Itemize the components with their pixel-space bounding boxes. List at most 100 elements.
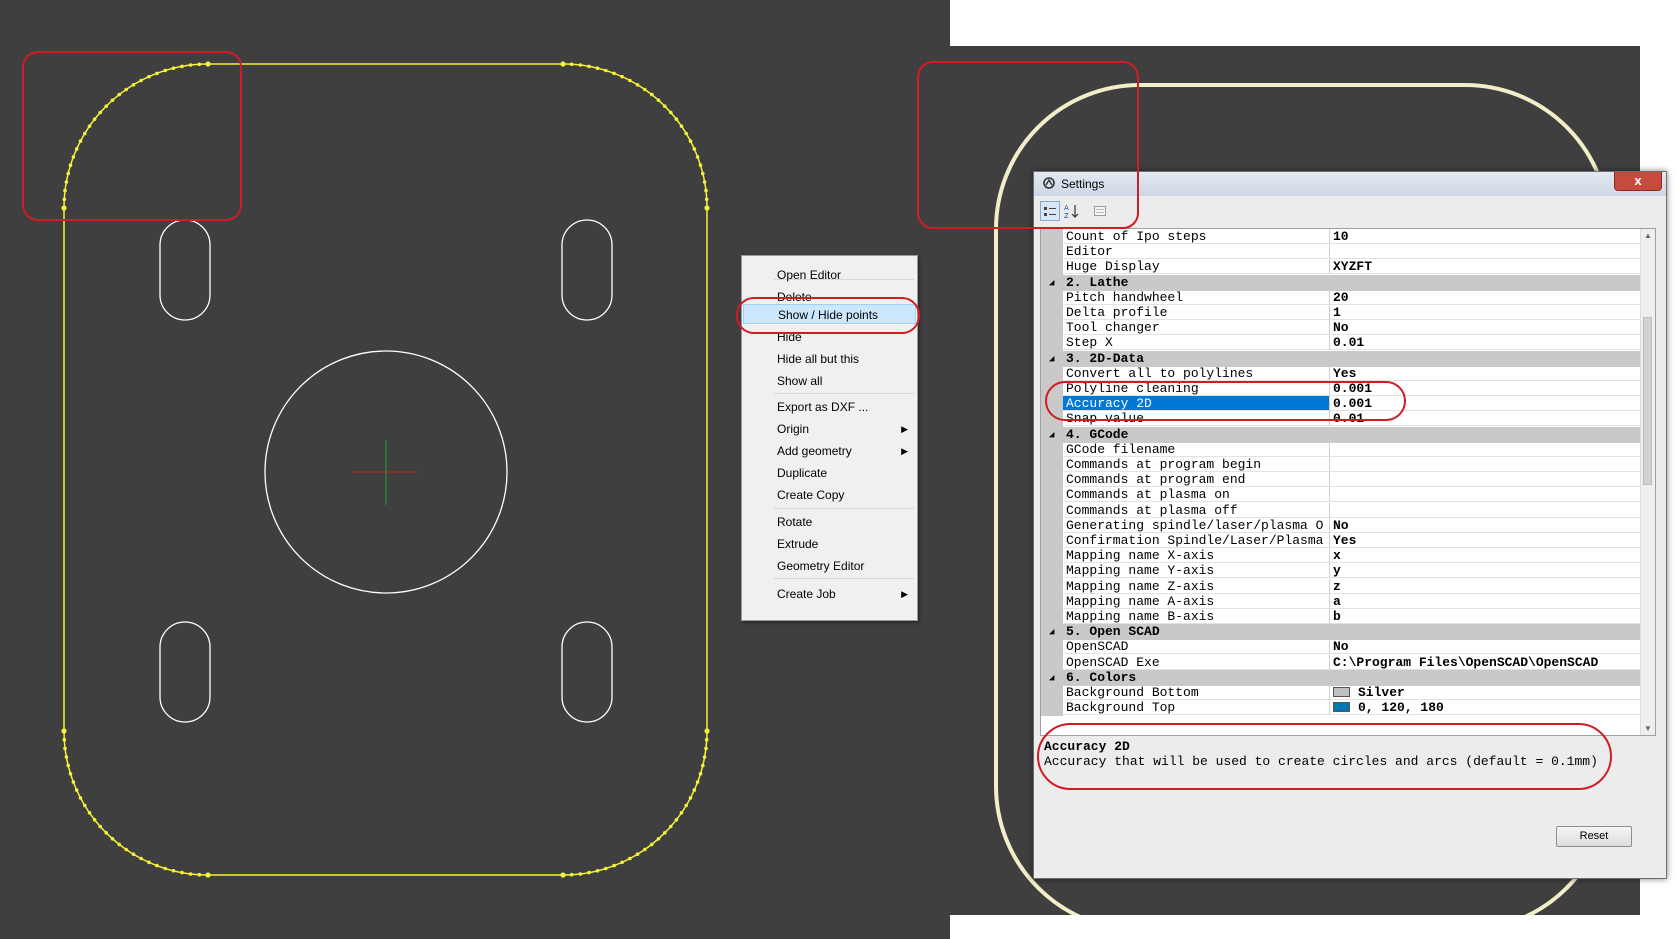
property-row[interactable]: OpenSCAD No xyxy=(1041,639,1655,656)
property-grid[interactable]: Count of Ipo steps 10 Editor Huge Display XY… xyxy=(1040,228,1656,736)
menu-item-create-job[interactable]: Create Job ▶ xyxy=(743,584,916,604)
property-value[interactable] xyxy=(1330,457,1641,472)
property-value[interactable]: C:\Program Files\OpenSCAD\OpenSCAD xyxy=(1330,655,1641,670)
property-name[interactable]: Commands at program end xyxy=(1063,472,1330,488)
property-name[interactable]: Delta profile xyxy=(1063,305,1330,320)
property-row[interactable]: Mapping name Z-axis z xyxy=(1041,578,1655,595)
property-row[interactable]: Mapping name Y-axis y xyxy=(1041,563,1655,580)
property-row[interactable]: Editor xyxy=(1041,244,1655,261)
property-name[interactable]: Step X xyxy=(1063,335,1330,351)
collapse-triangle-icon[interactable]: ◢ xyxy=(1049,670,1054,686)
menu-item-export-as-dxf[interactable]: Export as DXF ... xyxy=(743,397,916,417)
menu-item-create-copy[interactable]: Create Copy xyxy=(743,485,916,505)
property-name[interactable]: Confirmation Spindle/Laser/Plasma xyxy=(1063,533,1330,548)
menu-item-open-editor[interactable]: Open Editor xyxy=(743,265,916,285)
property-name[interactable]: Mapping name Y-axis xyxy=(1063,563,1330,579)
property-name[interactable]: Mapping name A-axis xyxy=(1063,593,1330,609)
property-name[interactable]: Commands at plasma on xyxy=(1063,487,1330,503)
property-value[interactable]: No xyxy=(1330,320,1641,336)
property-name[interactable]: Commands at program begin xyxy=(1063,457,1330,472)
property-value[interactable] xyxy=(1330,442,1641,457)
property-value[interactable] xyxy=(1330,472,1641,488)
property-name[interactable]: Tool changer xyxy=(1063,320,1330,336)
property-value[interactable]: z xyxy=(1330,579,1641,594)
scroll-thumb[interactable] xyxy=(1643,317,1652,485)
property-value[interactable]: 0, 120, 180 xyxy=(1330,700,1641,716)
property-row[interactable]: Delta profile 1 xyxy=(1041,305,1655,321)
collapse-triangle-icon[interactable]: ◢ xyxy=(1049,624,1054,640)
property-value[interactable] xyxy=(1330,503,1641,518)
property-row[interactable]: Commands at plasma on xyxy=(1041,487,1655,504)
property-category[interactable]: ◢ 3. 2D-Data xyxy=(1041,350,1655,367)
property-row[interactable]: Background Top 0, 120, 180 xyxy=(1041,700,1655,717)
property-category[interactable]: ◢ 2. Lathe xyxy=(1041,274,1655,291)
property-value[interactable]: Yes xyxy=(1330,533,1641,548)
menu-item-origin[interactable]: Origin ▶ xyxy=(743,419,916,439)
property-name[interactable]: Count of Ipo steps xyxy=(1063,229,1330,244)
property-row[interactable]: Confirmation Spindle/Laser/Plasma Yes xyxy=(1041,533,1655,549)
property-row[interactable]: Huge Display XYZFT xyxy=(1041,259,1655,276)
property-row[interactable]: Step X 0.01 xyxy=(1041,335,1655,352)
property-value[interactable]: 1 xyxy=(1330,305,1641,320)
property-value[interactable]: No xyxy=(1330,518,1641,533)
menu-item-hide-all-but-this[interactable]: Hide all but this xyxy=(743,349,916,369)
property-value[interactable]: a xyxy=(1330,594,1641,609)
property-name[interactable]: OpenSCAD Exe xyxy=(1063,654,1330,670)
property-value[interactable]: b xyxy=(1330,609,1641,624)
property-row[interactable]: Pitch handwheel 20 xyxy=(1041,289,1655,306)
property-value[interactable]: x xyxy=(1330,548,1641,564)
property-category[interactable]: ◢ 5. Open SCAD xyxy=(1041,624,1655,641)
scroll-down-icon[interactable]: ▼ xyxy=(1641,724,1655,733)
property-row[interactable]: Generating spindle/laser/plasma O No xyxy=(1041,517,1655,534)
property-row[interactable]: Commands at program begin xyxy=(1041,457,1655,473)
property-value[interactable]: 10 xyxy=(1330,229,1641,244)
property-name[interactable]: Mapping name X-axis xyxy=(1063,548,1330,564)
collapse-triangle-icon[interactable]: ◢ xyxy=(1049,275,1054,291)
property-name[interactable]: Mapping name B-axis xyxy=(1063,609,1330,624)
scroll-up-icon[interactable]: ▲ xyxy=(1641,231,1655,240)
reset-button[interactable]: Reset xyxy=(1556,826,1632,847)
close-button[interactable]: x xyxy=(1614,172,1662,191)
property-value[interactable]: XYZFT xyxy=(1330,259,1641,275)
menu-item-rotate[interactable]: Rotate xyxy=(743,512,916,532)
property-row[interactable]: Mapping name B-axis b xyxy=(1041,609,1655,625)
property-row[interactable]: GCode filename xyxy=(1041,441,1655,458)
property-name[interactable]: Huge Display xyxy=(1063,259,1330,275)
property-row[interactable]: Mapping name X-axis x xyxy=(1041,548,1655,565)
property-value[interactable]: y xyxy=(1330,563,1641,579)
property-name[interactable]: Generating spindle/laser/plasma O xyxy=(1063,517,1330,533)
property-row[interactable]: Background Bottom Silver xyxy=(1041,685,1655,701)
property-row[interactable]: Convert all to polylines Yes xyxy=(1041,365,1655,382)
property-category[interactable]: ◢ 4. GCode xyxy=(1041,426,1655,443)
property-name[interactable]: Background Bottom xyxy=(1063,685,1330,700)
menu-item-show-all[interactable]: Show all xyxy=(743,371,916,391)
property-value[interactable]: No xyxy=(1330,639,1641,655)
property-row[interactable]: Count of Ipo steps 10 xyxy=(1041,229,1655,245)
property-name[interactable]: GCode filename xyxy=(1063,441,1330,457)
property-row[interactable]: OpenSCAD Exe C:\Program Files\OpenSCAD\Op… xyxy=(1041,654,1655,671)
property-name[interactable]: Editor xyxy=(1063,244,1330,260)
property-value[interactable] xyxy=(1330,487,1641,503)
property-row[interactable]: Commands at program end xyxy=(1041,472,1655,489)
property-category[interactable]: ◢ 6. Colors xyxy=(1041,669,1655,686)
property-row[interactable]: Commands at plasma off xyxy=(1041,502,1655,519)
menu-item-extrude[interactable]: Extrude xyxy=(743,534,916,554)
menu-item-add-geometry[interactable]: Add geometry ▶ xyxy=(743,441,916,461)
property-value[interactable]: 0.01 xyxy=(1330,335,1641,351)
property-row[interactable]: Tool changer No xyxy=(1041,320,1655,337)
menu-item-duplicate[interactable]: Duplicate xyxy=(743,463,916,483)
property-name[interactable]: Mapping name Z-axis xyxy=(1063,578,1330,594)
property-name[interactable]: Convert all to polylines xyxy=(1063,365,1330,381)
property-value[interactable] xyxy=(1330,244,1641,260)
property-value[interactable]: Yes xyxy=(1330,366,1641,381)
collapse-triangle-icon[interactable]: ◢ xyxy=(1049,427,1054,443)
property-value[interactable]: Silver xyxy=(1330,685,1641,700)
property-name[interactable]: Background Top xyxy=(1063,700,1330,716)
property-value[interactable]: 20 xyxy=(1330,290,1641,305)
property-name[interactable]: Pitch handwheel xyxy=(1063,289,1330,305)
collapse-triangle-icon[interactable]: ◢ xyxy=(1049,351,1054,367)
property-name[interactable]: Commands at plasma off xyxy=(1063,502,1330,518)
grid-scrollbar[interactable]: ▲ ▼ xyxy=(1640,229,1655,735)
property-name[interactable]: OpenSCAD xyxy=(1063,639,1330,655)
menu-item-geometry-editor[interactable]: Geometry Editor xyxy=(743,556,916,576)
